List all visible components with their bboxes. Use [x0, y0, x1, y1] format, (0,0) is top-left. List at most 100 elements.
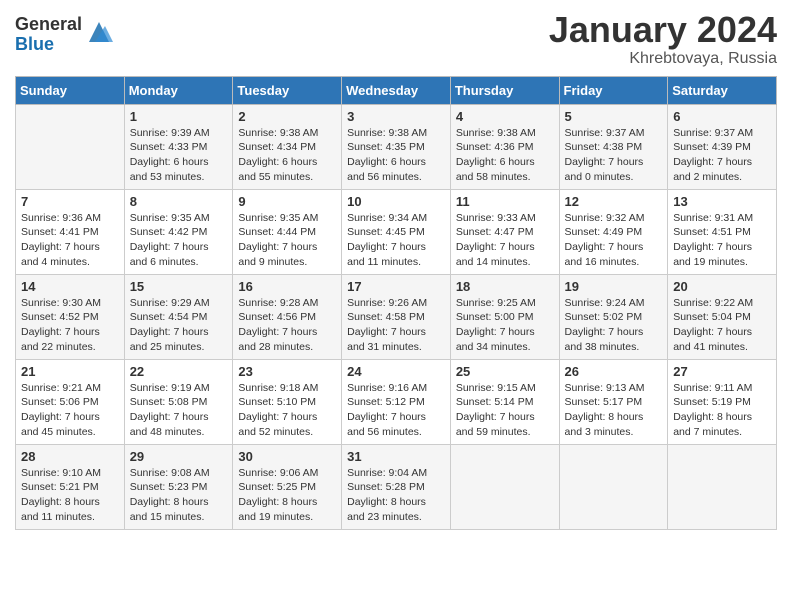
- weekday-header-monday: Monday: [124, 76, 233, 104]
- calendar-cell: 5Sunrise: 9:37 AMSunset: 4:38 PMDaylight…: [559, 104, 668, 189]
- day-info: Sunrise: 9:32 AMSunset: 4:49 PMDaylight:…: [565, 211, 663, 270]
- day-number: 25: [456, 364, 554, 379]
- logo: General Blue: [15, 15, 113, 55]
- day-number: 3: [347, 109, 445, 124]
- day-info: Sunrise: 9:29 AMSunset: 4:54 PMDaylight:…: [130, 296, 228, 355]
- logo-blue-text: Blue: [15, 35, 82, 55]
- calendar-week-row: 7 Sunrise: 9:36 AMSunset: 4:41 PMDaylight…: [16, 189, 777, 274]
- day-number: 14: [21, 279, 119, 294]
- calendar-subtitle: Khrebtovaya, Russia: [549, 50, 777, 68]
- day-info: Sunrise: 9:19 AMSunset: 5:08 PMDaylight:…: [130, 381, 228, 440]
- day-info: Sunrise: 9:11 AMSunset: 5:19 PMDaylight:…: [673, 381, 771, 440]
- calendar-week-row: 21 Sunrise: 9:21 AMSunset: 5:06 PMDayligh…: [16, 359, 777, 444]
- calendar-week-row: 1 Sunrise: 9:39 AMSunset: 4:33 PMDaylight…: [16, 104, 777, 189]
- day-info: Sunrise: 9:38 AMSunset: 4:34 PMDaylight:…: [238, 126, 336, 185]
- page-header: General Blue January 2024 Khrebtovaya, R…: [15, 10, 777, 68]
- calendar-cell: 13 Sunrise: 9:31 AMSunset: 4:51 PMDayligh…: [668, 189, 777, 274]
- calendar-cell: 12 Sunrise: 9:32 AMSunset: 4:49 PMDayligh…: [559, 189, 668, 274]
- day-number: 31: [347, 449, 445, 464]
- day-info: Sunrise: 9:18 AMSunset: 5:10 PMDaylight:…: [238, 381, 336, 440]
- day-info: Sunrise: 9:34 AMSunset: 4:45 PMDaylight:…: [347, 211, 445, 270]
- calendar-cell: [450, 444, 559, 529]
- day-number: 2: [238, 109, 336, 124]
- weekday-header-saturday: Saturday: [668, 76, 777, 104]
- day-number: 18: [456, 279, 554, 294]
- day-number: 22: [130, 364, 228, 379]
- day-info: Sunrise: 9:22 AMSunset: 5:04 PMDaylight:…: [673, 296, 771, 355]
- day-number: 24: [347, 364, 445, 379]
- day-number: 17: [347, 279, 445, 294]
- day-info: Sunrise: 9:38 AMSunset: 4:36 PMDaylight:…: [456, 126, 554, 185]
- day-info: Sunrise: 9:24 AMSunset: 5:02 PMDaylight:…: [565, 296, 663, 355]
- calendar-cell: 10Sunrise: 9:34 AMSunset: 4:45 PMDayligh…: [342, 189, 451, 274]
- day-number: 6: [673, 109, 771, 124]
- day-info: Sunrise: 9:30 AMSunset: 4:52 PMDaylight:…: [21, 296, 119, 355]
- day-number: 28: [21, 449, 119, 464]
- weekday-header-sunday: Sunday: [16, 76, 125, 104]
- day-number: 4: [456, 109, 554, 124]
- calendar-week-row: 14 Sunrise: 9:30 AMSunset: 4:52 PMDayligh…: [16, 274, 777, 359]
- calendar-cell: 15 Sunrise: 9:29 AMSunset: 4:54 PMDayligh…: [124, 274, 233, 359]
- day-number: 12: [565, 194, 663, 209]
- day-info: Sunrise: 9:26 AMSunset: 4:58 PMDaylight:…: [347, 296, 445, 355]
- calendar-title: January 2024: [549, 10, 777, 50]
- calendar-cell: 18 Sunrise: 9:25 AMSunset: 5:00 PMDayligh…: [450, 274, 559, 359]
- day-info: Sunrise: 9:04 AMSunset: 5:28 PMDaylight:…: [347, 466, 445, 525]
- day-info: Sunrise: 9:10 AMSunset: 5:21 PMDaylight:…: [21, 466, 119, 525]
- calendar-cell: 25 Sunrise: 9:15 AMSunset: 5:14 PMDayligh…: [450, 359, 559, 444]
- day-info: Sunrise: 9:21 AMSunset: 5:06 PMDaylight:…: [21, 381, 119, 440]
- logo-icon: [85, 18, 113, 46]
- calendar-cell: [16, 104, 125, 189]
- day-number: 19: [565, 279, 663, 294]
- calendar-cell: 9 Sunrise: 9:35 AMSunset: 4:44 PMDaylight…: [233, 189, 342, 274]
- day-info: Sunrise: 9:25 AMSunset: 5:00 PMDaylight:…: [456, 296, 554, 355]
- day-number: 21: [21, 364, 119, 379]
- day-number: 23: [238, 364, 336, 379]
- day-info: Sunrise: 9:33 AMSunset: 4:47 PMDaylight:…: [456, 211, 554, 270]
- day-number: 15: [130, 279, 228, 294]
- calendar-cell: 3 Sunrise: 9:38 AMSunset: 4:35 PMDaylight…: [342, 104, 451, 189]
- calendar-cell: 26Sunrise: 9:13 AMSunset: 5:17 PMDayligh…: [559, 359, 668, 444]
- weekday-header-row: SundayMondayTuesdayWednesdayThursdayFrid…: [16, 76, 777, 104]
- calendar-cell: 24Sunrise: 9:16 AMSunset: 5:12 PMDayligh…: [342, 359, 451, 444]
- day-info: Sunrise: 9:35 AMSunset: 4:42 PMDaylight:…: [130, 211, 228, 270]
- day-info: Sunrise: 9:38 AMSunset: 4:35 PMDaylight:…: [347, 126, 445, 185]
- day-number: 7: [21, 194, 119, 209]
- calendar-week-row: 28 Sunrise: 9:10 AMSunset: 5:21 PMDayligh…: [16, 444, 777, 529]
- day-info: Sunrise: 9:28 AMSunset: 4:56 PMDaylight:…: [238, 296, 336, 355]
- calendar-cell: 4 Sunrise: 9:38 AMSunset: 4:36 PMDaylight…: [450, 104, 559, 189]
- calendar-cell: 28 Sunrise: 9:10 AMSunset: 5:21 PMDayligh…: [16, 444, 125, 529]
- day-number: 29: [130, 449, 228, 464]
- weekday-header-thursday: Thursday: [450, 76, 559, 104]
- day-info: Sunrise: 9:39 AMSunset: 4:33 PMDaylight:…: [130, 126, 228, 185]
- calendar-cell: 29 Sunrise: 9:08 AMSunset: 5:23 PMDayligh…: [124, 444, 233, 529]
- calendar-table: SundayMondayTuesdayWednesdayThursdayFrid…: [15, 76, 777, 530]
- calendar-cell: 22 Sunrise: 9:19 AMSunset: 5:08 PMDayligh…: [124, 359, 233, 444]
- calendar-cell: 16Sunrise: 9:28 AMSunset: 4:56 PMDayligh…: [233, 274, 342, 359]
- day-info: Sunrise: 9:15 AMSunset: 5:14 PMDaylight:…: [456, 381, 554, 440]
- calendar-cell: [668, 444, 777, 529]
- day-info: Sunrise: 9:36 AMSunset: 4:41 PMDaylight:…: [21, 211, 119, 270]
- calendar-cell: 17 Sunrise: 9:26 AMSunset: 4:58 PMDayligh…: [342, 274, 451, 359]
- calendar-cell: 31 Sunrise: 9:04 AMSunset: 5:28 PMDayligh…: [342, 444, 451, 529]
- calendar-cell: 20 Sunrise: 9:22 AMSunset: 5:04 PMDayligh…: [668, 274, 777, 359]
- calendar-cell: 2 Sunrise: 9:38 AMSunset: 4:34 PMDaylight…: [233, 104, 342, 189]
- day-number: 8: [130, 194, 228, 209]
- day-number: 1: [130, 109, 228, 124]
- day-info: Sunrise: 9:35 AMSunset: 4:44 PMDaylight:…: [238, 211, 336, 270]
- day-number: 9: [238, 194, 336, 209]
- day-info: Sunrise: 9:06 AMSunset: 5:25 PMDaylight:…: [238, 466, 336, 525]
- day-number: 11: [456, 194, 554, 209]
- calendar-cell: 6Sunrise: 9:37 AMSunset: 4:39 PMDaylight…: [668, 104, 777, 189]
- calendar-cell: 14 Sunrise: 9:30 AMSunset: 4:52 PMDayligh…: [16, 274, 125, 359]
- day-number: 30: [238, 449, 336, 464]
- logo-general-text: General: [15, 15, 82, 35]
- day-number: 13: [673, 194, 771, 209]
- day-info: Sunrise: 9:08 AMSunset: 5:23 PMDaylight:…: [130, 466, 228, 525]
- day-info: Sunrise: 9:31 AMSunset: 4:51 PMDaylight:…: [673, 211, 771, 270]
- day-number: 20: [673, 279, 771, 294]
- title-area: January 2024 Khrebtovaya, Russia: [549, 10, 777, 68]
- calendar-cell: 7 Sunrise: 9:36 AMSunset: 4:41 PMDaylight…: [16, 189, 125, 274]
- calendar-cell: 21 Sunrise: 9:21 AMSunset: 5:06 PMDayligh…: [16, 359, 125, 444]
- weekday-header-tuesday: Tuesday: [233, 76, 342, 104]
